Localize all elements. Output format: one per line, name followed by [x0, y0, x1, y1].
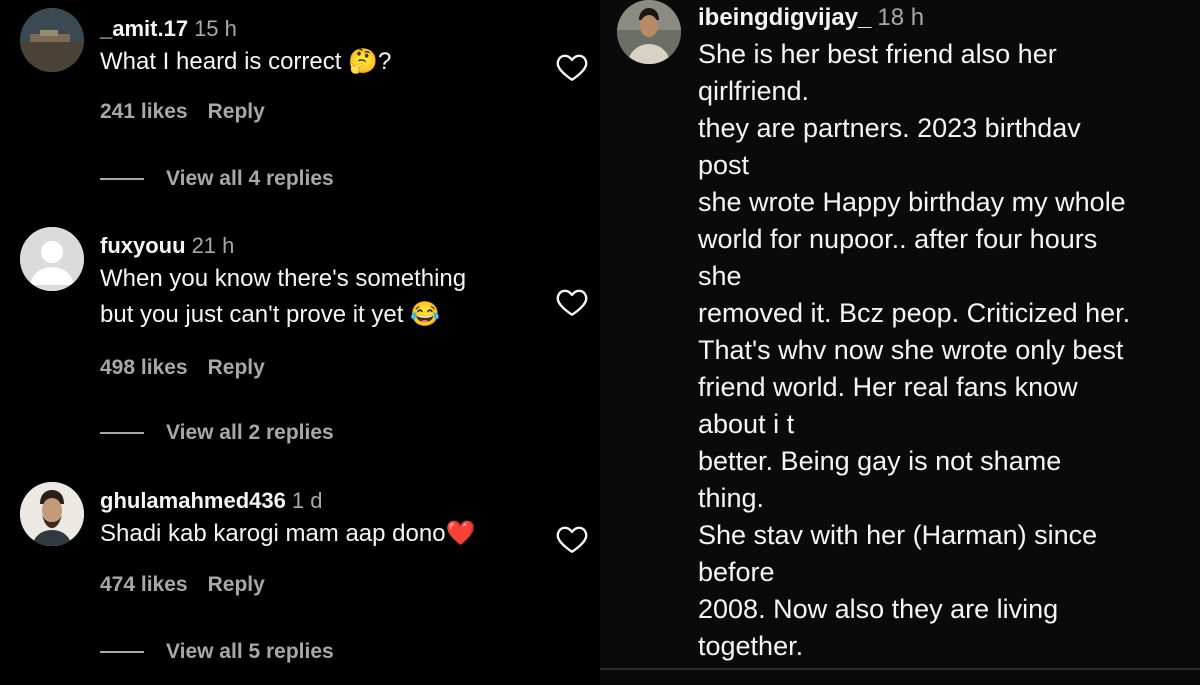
comment-username[interactable]: _amit.17 15 h: [100, 16, 540, 42]
replies-divider: [100, 432, 144, 435]
comment-text-line: When you know there's something: [100, 265, 467, 292]
comment-text: She is her best friend also her qirlfrie…: [698, 36, 1193, 665]
comment-text-line: she wrote Happy birthday my whole: [698, 187, 1126, 217]
avatar[interactable]: [20, 227, 84, 291]
person-photo-avatar-icon: [617, 0, 681, 64]
comment-meta: 474 likes Reply: [100, 573, 265, 597]
comment-username[interactable]: ibeingdigvijay_ 18 h: [698, 4, 924, 32]
comment-meta: 498 likes Reply: [100, 356, 265, 380]
landscape-avatar-icon: [20, 8, 84, 72]
comment-time: 1 d: [291, 488, 323, 513]
like-heart-icon[interactable]: [556, 524, 588, 554]
view-replies-button[interactable]: View all 4 replies: [100, 167, 334, 191]
comment-text-line: 2008. Now also they are living: [698, 594, 1059, 624]
like-heart-icon[interactable]: [556, 52, 588, 82]
view-replies-button[interactable]: View all 5 replies: [100, 640, 334, 664]
comment-text-line: better. Being gay is not shame: [698, 446, 1062, 476]
comments-panel-right: ibeingdigvijay_ 18 h She is her best frie…: [600, 0, 1200, 685]
comment-meta: 241 likes Reply: [100, 100, 265, 124]
reply-button[interactable]: Reply: [208, 573, 265, 596]
comment-time: 18 h: [877, 4, 925, 31]
comment-text-line: before: [698, 557, 775, 587]
comment-text-line: friend world. Her real fans know: [698, 372, 1078, 402]
comment-time: 21 h: [191, 233, 235, 258]
comment-text-line: she: [698, 261, 742, 291]
comment-text: Shadi kab karogi mam aap dono❤️: [100, 520, 476, 547]
comment-username[interactable]: ghulamahmed436 1 d: [100, 488, 540, 514]
avatar[interactable]: [617, 0, 681, 64]
comment-text-line: they are partners. 2023 birthdav: [698, 113, 1081, 143]
comment-text-line: removed it. Bcz peop. Criticized her.: [698, 298, 1131, 328]
bottom-divider: [600, 668, 1200, 670]
comment-username[interactable]: fuxyouu 21 h: [100, 233, 540, 259]
likes-count[interactable]: 241 likes: [100, 100, 188, 123]
comment-text-line: That's whv now she wrote only best: [698, 335, 1124, 365]
comment-text-line: She is her best friend also her: [698, 39, 1057, 69]
comment-text-line: world for nupoor.. after four hours: [698, 224, 1098, 254]
replies-divider: [100, 178, 144, 181]
like-heart-icon[interactable]: [556, 287, 588, 317]
replies-divider: [100, 651, 144, 654]
person-photo-avatar-icon: [20, 482, 84, 546]
comment-text-line: but you just can't prove it yet 😂: [100, 301, 440, 328]
comment-text-line: post: [698, 150, 750, 180]
reply-button[interactable]: Reply: [208, 356, 265, 379]
comments-panel-left: _amit.17 15 h What I heard is correct 🤔? …: [0, 0, 600, 685]
default-user-avatar-icon: [20, 227, 84, 291]
avatar[interactable]: [20, 8, 84, 72]
comment-time: 15 h: [194, 16, 237, 41]
avatar[interactable]: [20, 482, 84, 546]
comment-text-line: thing.: [698, 483, 765, 513]
reply-button[interactable]: Reply: [208, 100, 265, 123]
comment-text-line: about i t: [698, 409, 795, 439]
likes-count[interactable]: 474 likes: [100, 573, 188, 596]
likes-count[interactable]: 498 likes: [100, 356, 188, 379]
comment-text-line: qirlfriend.: [698, 76, 810, 106]
comment-text-line: She stav with her (Harman) since: [698, 520, 1098, 550]
comment-text: What I heard is correct 🤔?: [100, 48, 392, 75]
comment-text-line: together.: [698, 631, 804, 661]
comment-text: When you know there's something but you …: [100, 261, 540, 333]
view-replies-button[interactable]: View all 2 replies: [100, 421, 334, 445]
